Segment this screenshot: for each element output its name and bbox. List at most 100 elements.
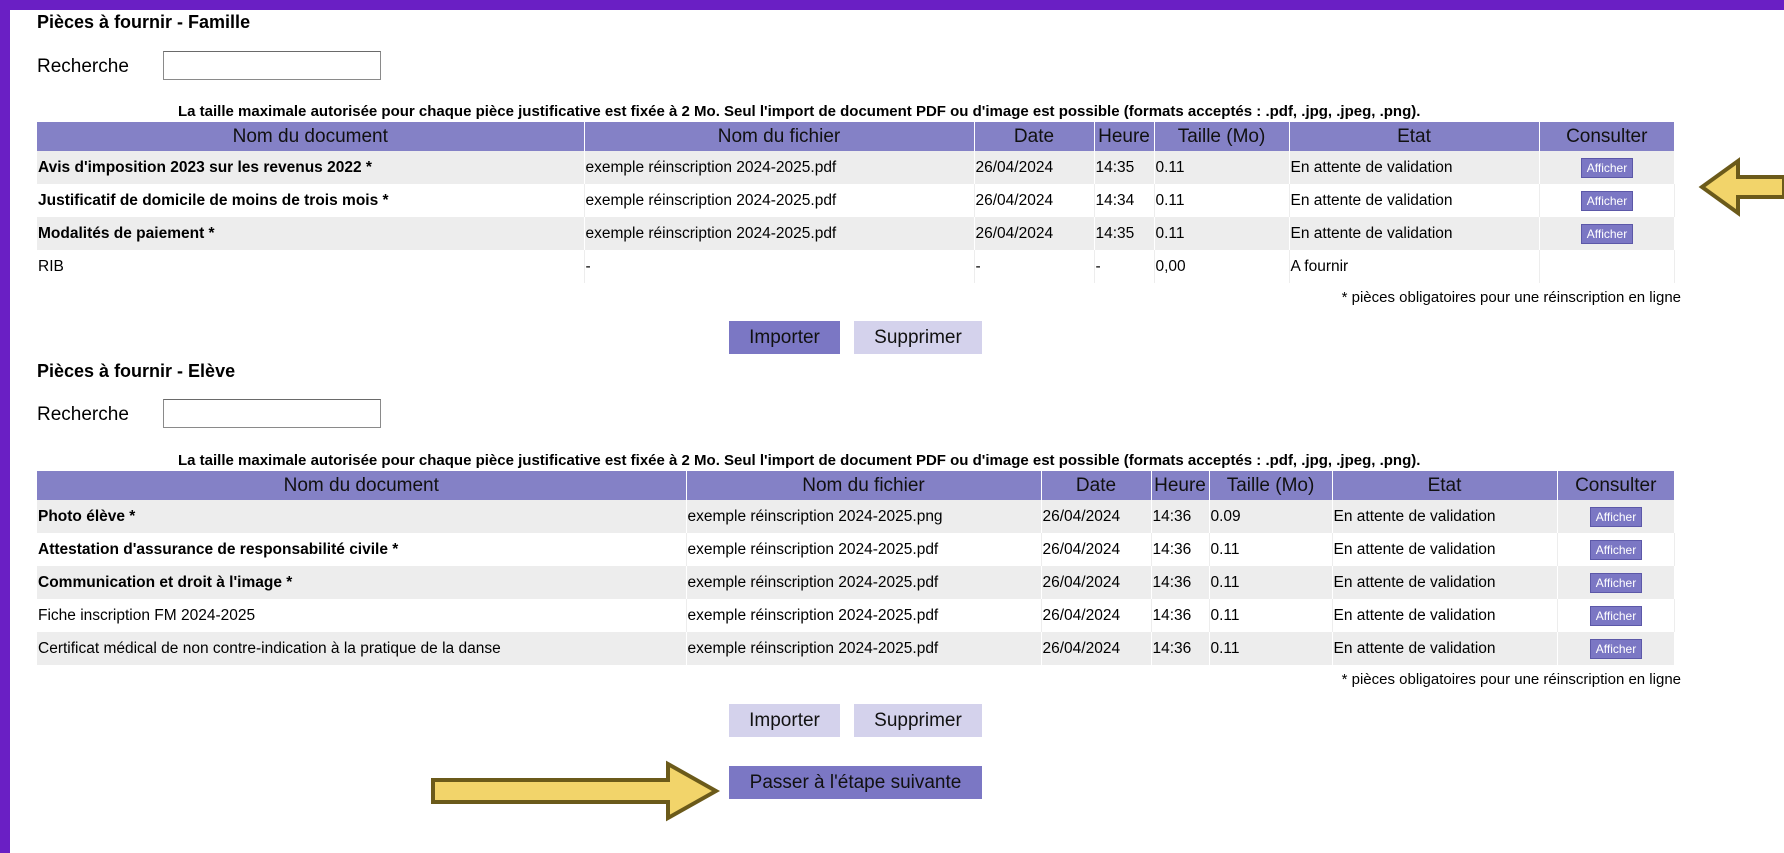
row-size: 0.11 <box>1209 533 1333 566</box>
column-header-size: Taille (Mo) <box>1209 471 1333 500</box>
row-time: 14:36 <box>1151 500 1210 533</box>
column-header-file: Nom du fichier <box>584 122 975 151</box>
row-status: En attente de validation <box>1332 500 1558 533</box>
row-file-name: exemple réinscription 2024-2025.pdf <box>584 151 975 184</box>
afficher-button[interactable]: Afficher <box>1589 506 1643 527</box>
next-step-button[interactable]: Passer à l'étape suivante <box>729 766 982 799</box>
eleve-table-header: Nom du document Nom du fichier Date Heur… <box>37 471 1674 500</box>
table-row[interactable]: Photo élève * exemple réinscription 2024… <box>37 500 1675 533</box>
column-header-status: Etat <box>1332 471 1558 500</box>
row-status: En attente de validation <box>1289 184 1540 217</box>
famille-required-footnote: * pièces obligatoires pour une réinscrip… <box>1341 289 1681 306</box>
row-file-name: exemple réinscription 2024-2025.png <box>686 500 1042 533</box>
row-size: 0.11 <box>1154 217 1290 250</box>
row-doc-name: Modalités de paiement * <box>37 217 585 250</box>
famille-section-title: Pièces à fournir - Famille <box>37 12 251 32</box>
row-consult-cell <box>1539 250 1675 283</box>
row-consult-cell: Afficher <box>1557 632 1675 665</box>
row-size: 0,00 <box>1154 250 1290 283</box>
row-consult-cell: Afficher <box>1557 533 1675 566</box>
eleve-search-input[interactable] <box>163 399 381 428</box>
table-row[interactable]: Justificatif de domicile de moins de tro… <box>37 184 1675 217</box>
row-consult-cell: Afficher <box>1557 566 1675 599</box>
afficher-button[interactable]: Afficher <box>1580 190 1634 211</box>
afficher-button[interactable]: Afficher <box>1589 539 1643 560</box>
row-status: En attente de validation <box>1289 217 1540 250</box>
column-header-file: Nom du fichier <box>686 471 1042 500</box>
eleve-delete-button[interactable]: Supprimer <box>854 704 982 737</box>
column-header-time: Heure <box>1094 122 1155 151</box>
row-doc-name: Attestation d'assurance de responsabilit… <box>37 533 687 566</box>
row-time: 14:36 <box>1151 566 1210 599</box>
row-consult-cell: Afficher <box>1539 217 1675 250</box>
row-size: 0.09 <box>1209 500 1333 533</box>
row-size: 0.11 <box>1209 599 1333 632</box>
row-doc-name: RIB <box>37 250 585 283</box>
row-status: En attente de validation <box>1289 151 1540 184</box>
column-header-consult: Consulter <box>1557 471 1674 500</box>
eleve-import-button[interactable]: Importer <box>729 704 840 737</box>
table-row[interactable]: RIB - - - 0,00 A fournir <box>37 250 1675 283</box>
row-size: 0.11 <box>1209 632 1333 665</box>
column-header-date: Date <box>1041 471 1152 500</box>
famille-search-input[interactable] <box>163 51 381 80</box>
row-date: 26/04/2024 <box>1041 500 1152 533</box>
row-file-name: exemple réinscription 2024-2025.pdf <box>584 217 975 250</box>
table-row[interactable]: Communication et droit à l'image * exemp… <box>37 566 1675 599</box>
column-header-consult: Consulter <box>1539 122 1674 151</box>
eleve-documents-table: Nom du document Nom du fichier Date Heur… <box>37 471 1675 665</box>
row-file-name: exemple réinscription 2024-2025.pdf <box>686 599 1042 632</box>
table-row[interactable]: Avis d'imposition 2023 sur les revenus 2… <box>37 151 1675 184</box>
famille-import-button[interactable]: Importer <box>729 321 840 354</box>
afficher-button[interactable]: Afficher <box>1589 572 1643 593</box>
eleve-size-notice: La taille maximale autorisée pour chaque… <box>178 452 1421 469</box>
famille-size-notice: La taille maximale autorisée pour chaque… <box>178 103 1421 120</box>
row-time: 14:36 <box>1151 632 1210 665</box>
row-file-name: - <box>584 250 975 283</box>
eleve-required-footnote: * pièces obligatoires pour une réinscrip… <box>1341 671 1681 688</box>
row-time: - <box>1094 250 1155 283</box>
arrow-left-icon <box>1698 157 1784 217</box>
row-consult-cell: Afficher <box>1539 151 1675 184</box>
table-row[interactable]: Attestation d'assurance de responsabilit… <box>37 533 1675 566</box>
row-size: 0.11 <box>1209 566 1333 599</box>
column-header-doc: Nom du document <box>37 122 585 151</box>
famille-table-header: Nom du document Nom du fichier Date Heur… <box>37 122 1674 151</box>
row-date: 26/04/2024 <box>974 184 1095 217</box>
row-doc-name: Photo élève * <box>37 500 687 533</box>
arrow-right-icon <box>431 760 720 822</box>
eleve-section-title: Pièces à fournir - Elève <box>37 361 236 381</box>
row-status: A fournir <box>1289 250 1540 283</box>
row-date: 26/04/2024 <box>1041 599 1152 632</box>
table-row[interactable]: Modalités de paiement * exemple réinscri… <box>37 217 1675 250</box>
column-header-time: Heure <box>1151 471 1210 500</box>
row-doc-name: Certificat médical de non contre-indicat… <box>37 632 687 665</box>
page: Pièces à fournir - Famille Recherche La … <box>10 10 1784 853</box>
table-row[interactable]: Fiche inscription FM 2024-2025 exemple r… <box>37 599 1675 632</box>
row-date: 26/04/2024 <box>974 151 1095 184</box>
row-size: 0.11 <box>1154 151 1290 184</box>
afficher-button[interactable]: Afficher <box>1580 223 1634 244</box>
table-row[interactable]: Certificat médical de non contre-indicat… <box>37 632 1675 665</box>
row-consult-cell: Afficher <box>1539 184 1675 217</box>
row-date: 26/04/2024 <box>1041 533 1152 566</box>
row-consult-cell: Afficher <box>1557 500 1675 533</box>
row-status: En attente de validation <box>1332 533 1558 566</box>
row-time: 14:34 <box>1094 184 1155 217</box>
row-time: 14:36 <box>1151 533 1210 566</box>
afficher-button[interactable]: Afficher <box>1580 157 1634 178</box>
row-status: En attente de validation <box>1332 566 1558 599</box>
row-size: 0.11 <box>1154 184 1290 217</box>
row-consult-cell: Afficher <box>1557 599 1675 632</box>
row-time: 14:35 <box>1094 151 1155 184</box>
row-time: 14:35 <box>1094 217 1155 250</box>
afficher-button[interactable]: Afficher <box>1589 605 1643 626</box>
column-header-status: Etat <box>1289 122 1540 151</box>
famille-delete-button[interactable]: Supprimer <box>854 321 982 354</box>
afficher-button[interactable]: Afficher <box>1589 638 1643 659</box>
column-header-size: Taille (Mo) <box>1154 122 1290 151</box>
row-file-name: exemple réinscription 2024-2025.pdf <box>686 566 1042 599</box>
row-file-name: exemple réinscription 2024-2025.pdf <box>686 632 1042 665</box>
famille-documents-table: Nom du document Nom du fichier Date Heur… <box>37 122 1675 283</box>
row-date: 26/04/2024 <box>1041 632 1152 665</box>
